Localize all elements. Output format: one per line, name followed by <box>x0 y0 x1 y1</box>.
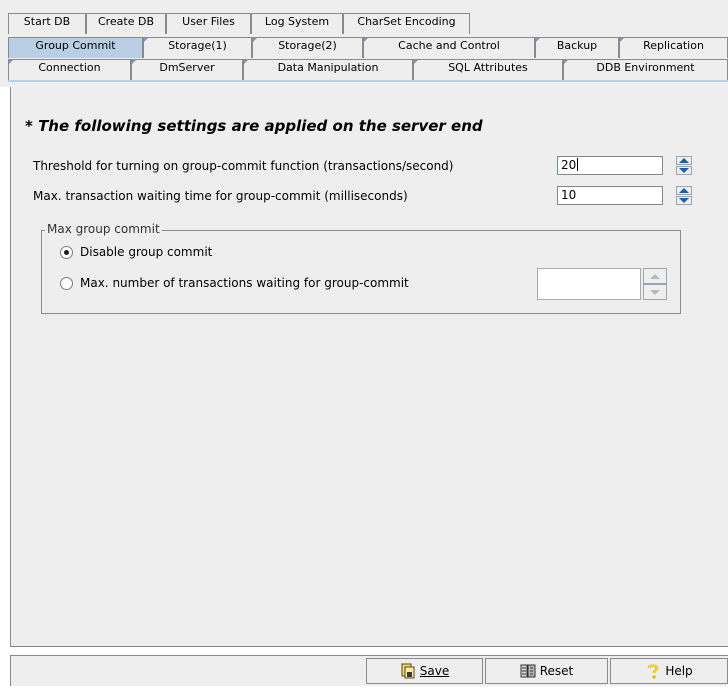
threshold-input[interactable]: 20 <box>557 156 663 175</box>
threshold-decrement-button[interactable] <box>676 166 692 175</box>
tab-storage-1[interactable]: Storage(1) <box>143 37 252 58</box>
tab-label: Group Commit <box>35 39 116 52</box>
tab-label: User Files <box>182 15 235 28</box>
tab-ddb-environment[interactable]: DDB Environment <box>563 59 728 80</box>
tab-label: Create DB <box>97 15 155 28</box>
max-transactions-label[interactable]: Max. number of transactions waiting for … <box>80 276 409 290</box>
help-label: Help <box>665 664 693 678</box>
tab-label: DDB Environment <box>596 61 695 74</box>
reset-button[interactable]: Reset <box>485 658 608 684</box>
save-label: Save <box>419 664 450 678</box>
max-transactions-spinner[interactable] <box>537 268 668 300</box>
threshold-increment-button[interactable] <box>676 156 692 165</box>
tab-sql-attributes[interactable]: SQL Attributes <box>413 59 563 80</box>
tab-label: DmServer <box>159 61 215 74</box>
tab-label: Backup <box>556 39 598 52</box>
tab-label: Storage(2) <box>278 39 337 52</box>
max-wait-label: Max. transaction waiting time for group-… <box>33 189 408 203</box>
tab-strip: Start DB Create DB User Files Log System… <box>0 0 728 87</box>
max-transactions-increment-button[interactable] <box>643 268 667 284</box>
radio-selected-dot <box>64 250 69 255</box>
max-wait-increment-button[interactable] <box>676 186 692 195</box>
help-button[interactable]: Help <box>610 658 728 684</box>
tab-charset-encoding[interactable]: CharSet Encoding <box>343 13 470 34</box>
tab-label: Start DB <box>23 15 71 28</box>
tab-user-files[interactable]: User Files <box>166 13 251 34</box>
help-icon <box>648 664 659 679</box>
max-transactions-radio[interactable] <box>60 277 73 290</box>
max-transactions-input[interactable] <box>537 268 641 300</box>
max-wait-input[interactable]: 10 <box>557 186 663 205</box>
tab-cache-and-control[interactable]: Cache and Control <box>363 37 535 58</box>
tab-label: Cache and Control <box>398 39 500 52</box>
tab-label: Storage(1) <box>168 39 227 52</box>
tab-group-commit[interactable]: Group Commit <box>8 37 143 58</box>
tab-baseline <box>8 80 728 82</box>
arrow-up-icon <box>679 188 689 193</box>
tab-start-db[interactable]: Start DB <box>8 13 86 34</box>
tab-connection[interactable]: Connection <box>8 59 131 80</box>
tab-backup[interactable]: Backup <box>535 37 619 58</box>
arrow-down-icon <box>679 168 689 173</box>
tab-label: Log System <box>264 15 330 28</box>
threshold-value: 20 <box>561 158 577 172</box>
tab-label: Data Manipulation <box>277 61 379 74</box>
tab-label: CharSet Encoding <box>357 15 456 28</box>
tab-data-manipulation[interactable]: Data Manipulation <box>243 59 413 80</box>
disable-group-commit-radio[interactable] <box>60 246 73 259</box>
arrow-down-icon <box>650 289 660 295</box>
threshold-label: Threshold for turning on group-commit fu… <box>33 159 454 173</box>
max-transactions-decrement-button[interactable] <box>643 284 667 300</box>
arrow-up-icon <box>679 158 689 163</box>
tab-label: Connection <box>38 61 101 74</box>
disable-group-commit-label[interactable]: Disable group commit <box>80 245 212 259</box>
max-wait-decrement-button[interactable] <box>676 196 692 205</box>
tab-log-system[interactable]: Log System <box>251 13 343 34</box>
tab-dmserver[interactable]: DmServer <box>131 59 243 80</box>
groupbox-title: Max group commit <box>45 222 162 236</box>
tab-label: Replication <box>643 39 704 52</box>
tab-storage-2[interactable]: Storage(2) <box>252 37 363 58</box>
tab-label: SQL Attributes <box>448 61 528 74</box>
max-wait-value: 10 <box>561 188 577 202</box>
max-wait-spinner[interactable]: 10 <box>557 186 692 205</box>
threshold-spinner[interactable]: 20 <box>557 156 692 175</box>
tab-replication[interactable]: Replication <box>619 37 728 58</box>
tab-create-db[interactable]: Create DB <box>86 13 166 34</box>
reset-icon <box>520 664 536 678</box>
save-icon <box>401 663 415 679</box>
page-heading: * The following settings are applied on … <box>25 117 483 135</box>
reset-label: Reset <box>539 664 574 678</box>
text-caret <box>577 158 579 171</box>
arrow-up-icon <box>650 273 660 279</box>
arrow-down-icon <box>679 198 689 203</box>
save-button[interactable]: Save <box>366 658 483 684</box>
